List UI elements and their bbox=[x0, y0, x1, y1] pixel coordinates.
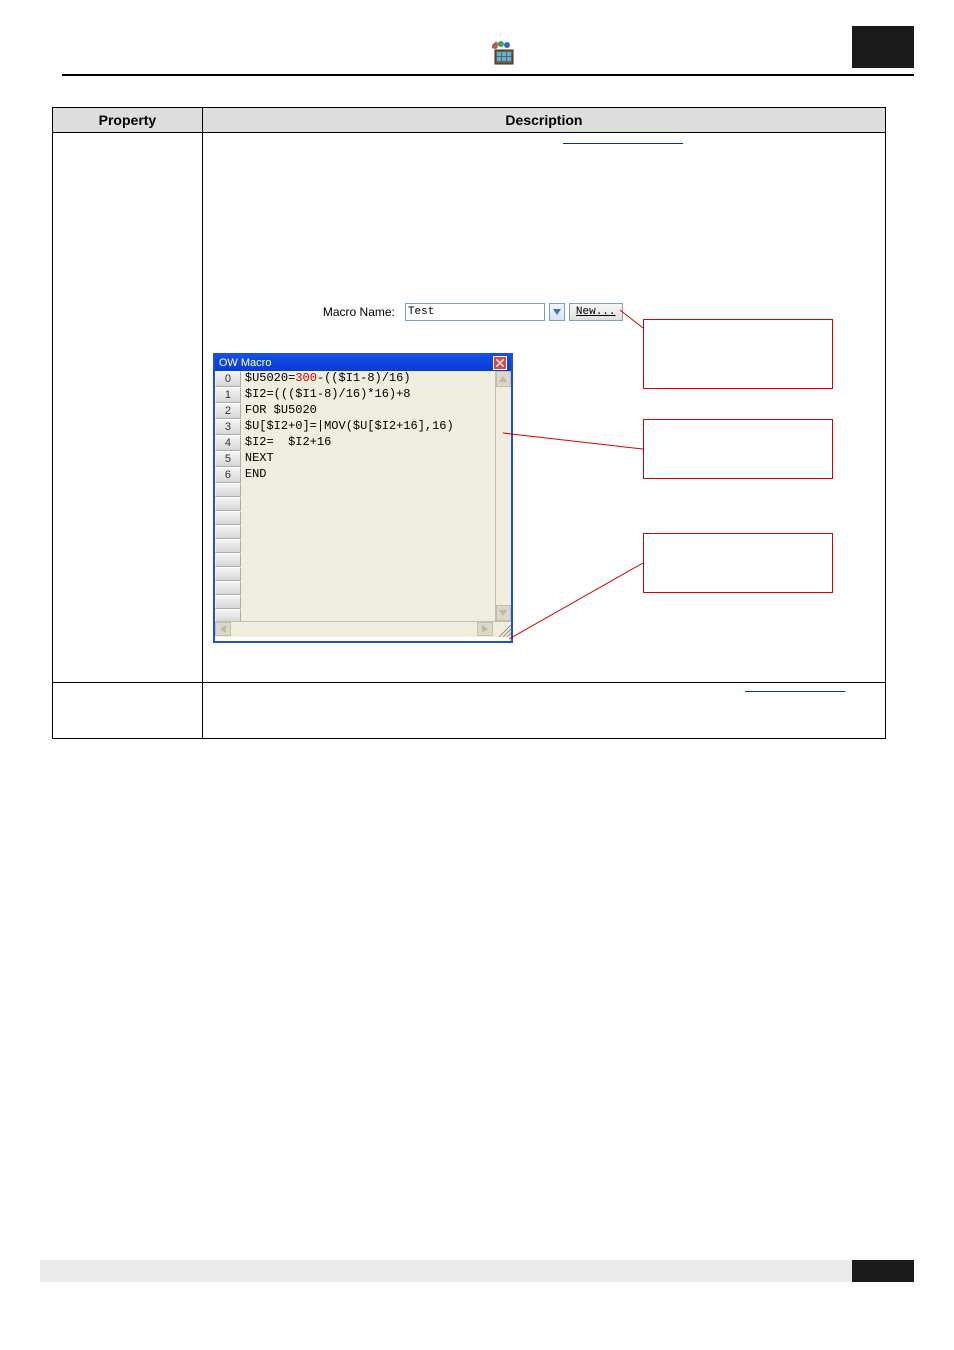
code-line: 0$U5020=300-(($I1-8)/16) bbox=[215, 371, 511, 387]
code-line: 5NEXT bbox=[215, 451, 511, 467]
cell-property-2 bbox=[53, 683, 203, 739]
annotation-box-1 bbox=[643, 319, 833, 389]
cell-description-1: Macro Name: New... OW Macro bbox=[202, 133, 885, 683]
app-icon bbox=[490, 40, 516, 66]
description-link-2[interactable] bbox=[745, 691, 845, 692]
scroll-down-icon[interactable] bbox=[496, 605, 511, 621]
macro-name-dropdown-arrow[interactable] bbox=[549, 303, 565, 321]
macro-code-area[interactable]: 0$U5020=300-(($I1-8)/16) 1$I2=((($I1-8)/… bbox=[215, 371, 511, 621]
scroll-up-icon[interactable] bbox=[496, 371, 511, 387]
cell-property-1 bbox=[53, 133, 203, 683]
macro-name-row: Macro Name: New... bbox=[323, 303, 623, 331]
macro-name-input[interactable] bbox=[405, 303, 545, 321]
scroll-right-icon[interactable] bbox=[477, 622, 493, 636]
ow-macro-title: OW Macro bbox=[219, 357, 272, 369]
code-line: 1$I2=((($I1-8)/16)*16)+8 bbox=[215, 387, 511, 403]
header-divider bbox=[62, 74, 914, 76]
annotation-box-2 bbox=[643, 419, 833, 479]
code-line: 6END bbox=[215, 467, 511, 483]
footer-page-block bbox=[852, 1260, 914, 1282]
col-header-property: Property bbox=[53, 108, 203, 133]
vertical-scrollbar[interactable] bbox=[495, 371, 511, 621]
resize-grip-icon[interactable] bbox=[495, 621, 511, 637]
close-icon[interactable] bbox=[493, 356, 507, 370]
annotation-box-3 bbox=[643, 533, 833, 593]
new-macro-button[interactable]: New... bbox=[569, 303, 623, 321]
code-line: 3$U[$I2+0]=|MOV($U[$I2+16],16) bbox=[215, 419, 511, 435]
description-link-top[interactable] bbox=[563, 143, 683, 144]
footer-bar bbox=[40, 1260, 914, 1282]
ow-macro-titlebar: OW Macro bbox=[215, 355, 511, 371]
macro-name-label: Macro Name: bbox=[323, 305, 395, 319]
page-corner-block bbox=[852, 26, 914, 68]
scroll-left-icon[interactable] bbox=[215, 622, 231, 636]
code-line: 2FOR $U5020 bbox=[215, 403, 511, 419]
code-line: 4$I2= $I2+16 bbox=[215, 435, 511, 451]
horizontal-scrollbar[interactable] bbox=[215, 621, 511, 637]
properties-table: Property Description Macro Name: New... bbox=[52, 107, 886, 739]
ow-macro-window: OW Macro 0$U5020=300-(($I1-8)/16) 1$I2=(… bbox=[213, 353, 513, 643]
col-header-description: Description bbox=[202, 108, 885, 133]
cell-description-2 bbox=[202, 683, 885, 739]
